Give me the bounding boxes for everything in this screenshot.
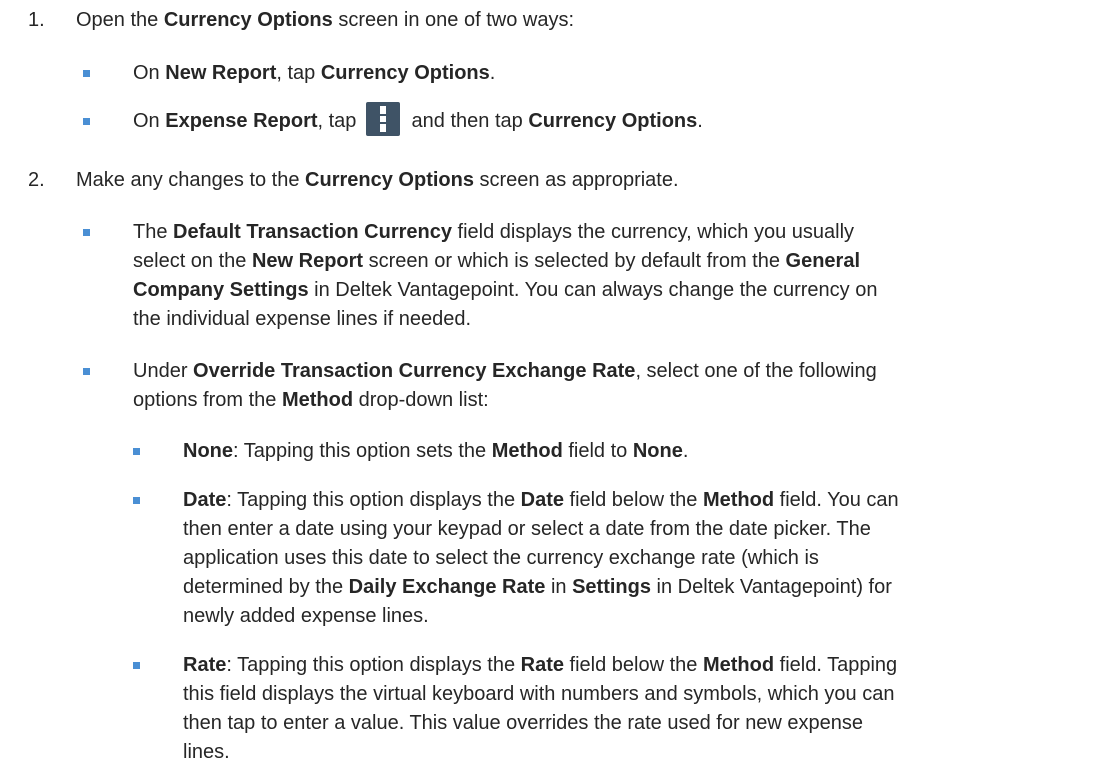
ui-term: Company Settings [133, 279, 309, 301]
bullet-text: On Expense Report, tap and then tap Curr… [133, 101, 1073, 136]
step-text: Make any changes to the Currency Options… [76, 166, 679, 195]
bullet-text: Date: Tapping this option displays the D… [183, 486, 1093, 631]
text-run: . [682, 440, 689, 462]
text-run: Make any changes to the [76, 169, 306, 191]
ui-term: Rate [183, 654, 227, 676]
ui-term: Rate [520, 654, 564, 676]
bullet-square-icon [83, 368, 90, 375]
bullet-text: Rate: Tapping this option displays the R… [183, 651, 1093, 767]
ui-term: New Report [251, 250, 364, 272]
text-run: in [545, 576, 573, 598]
ui-term: Settings [572, 576, 651, 598]
text-run: this field displays the virtual keyboard… [183, 683, 895, 705]
text-run: : Tapping this option displays the [226, 654, 521, 676]
bullet-text: Under Override Transaction Currency Exch… [133, 357, 1073, 415]
text-run: then enter a date using your keypad or s… [183, 518, 871, 540]
text-run: field. You can [774, 489, 899, 511]
text-run: the individual expense lines if needed. [133, 308, 472, 330]
ui-term: Currency Options [163, 9, 333, 31]
text-run: field displays the currency, which you u… [452, 221, 855, 243]
text-run: , tap [317, 110, 362, 132]
ui-term: None [632, 440, 683, 462]
bullet-square-icon [133, 497, 140, 504]
text-run: field below the [564, 489, 703, 511]
ui-term: Currency Options [528, 110, 698, 132]
ui-term: Currency Options [305, 169, 474, 191]
ui-term: Daily Exchange Rate [348, 576, 546, 598]
text-run: drop-down list: [353, 389, 489, 411]
bullet-text: The Default Transaction Currency field d… [133, 218, 1073, 334]
text-run: determined by the [183, 576, 349, 598]
text-run: screen as appropriate. [473, 169, 679, 191]
ui-term: Currency Options [320, 62, 490, 84]
text-run: The [133, 221, 174, 243]
ui-term: Method [281, 389, 354, 411]
text-run: . [489, 62, 496, 84]
ui-term: Default Transaction Currency [173, 221, 452, 243]
step-number: 2. [28, 169, 45, 191]
bullet-square-icon [83, 70, 90, 77]
ui-term: Date [183, 489, 227, 511]
text-run: in Deltek Vantagepoint. You can always c… [308, 279, 878, 301]
vertical-ellipsis-menu-icon [366, 101, 400, 136]
bullet-square-icon [83, 118, 90, 125]
text-run: , select one of the following [635, 360, 877, 382]
text-run: screen in one of two ways: [332, 9, 574, 31]
bullet-text: On New Report, tap Currency Options. [133, 59, 1073, 88]
text-run: field. Tapping [774, 654, 898, 676]
bullet-square-icon [133, 448, 140, 455]
text-run: . [697, 110, 703, 132]
text-run: lines. [183, 741, 230, 763]
text-run: options from the [133, 389, 282, 411]
step-text: Open the Currency Options screen in one … [76, 6, 574, 35]
text-run: On [133, 110, 166, 132]
text-run: : Tapping this option sets the [233, 440, 492, 462]
ui-term: General [785, 250, 860, 272]
ui-term: Expense Report [165, 110, 318, 132]
procedure-document: 1. Open the Currency Options screen in o… [0, 0, 1114, 779]
text-run: select on the [133, 250, 252, 272]
bullet-text: None: Tapping this option sets the Metho… [183, 437, 1093, 466]
text-run: screen or which is selected by default f… [363, 250, 786, 272]
text-run: On [133, 62, 166, 84]
ui-term: Override Transaction Currency Exchange R… [193, 360, 636, 382]
text-run: , tap [276, 62, 321, 84]
step-number: 1. [28, 9, 45, 31]
ui-term: New Report [165, 62, 277, 84]
ui-term: Date [520, 489, 564, 511]
bullet-square-icon [133, 662, 140, 669]
text-run: Under [133, 360, 194, 382]
text-run: in Deltek Vantagepoint) for [651, 576, 892, 598]
ui-term: Method [702, 489, 775, 511]
ui-term: Method [491, 440, 563, 462]
text-run: then tap to enter a value. This value ov… [183, 712, 864, 734]
text-run: application uses this date to select the… [183, 547, 819, 569]
text-run: field below the [564, 654, 703, 676]
bullet-square-icon [83, 229, 90, 236]
text-run: Open the [76, 9, 164, 31]
text-run: field to [562, 440, 633, 462]
ui-term: None [183, 440, 233, 462]
text-run: and then tap [406, 110, 529, 132]
text-run: newly added expense lines. [183, 605, 429, 627]
text-run: : Tapping this option displays the [226, 489, 521, 511]
ui-term: Method [702, 654, 775, 676]
